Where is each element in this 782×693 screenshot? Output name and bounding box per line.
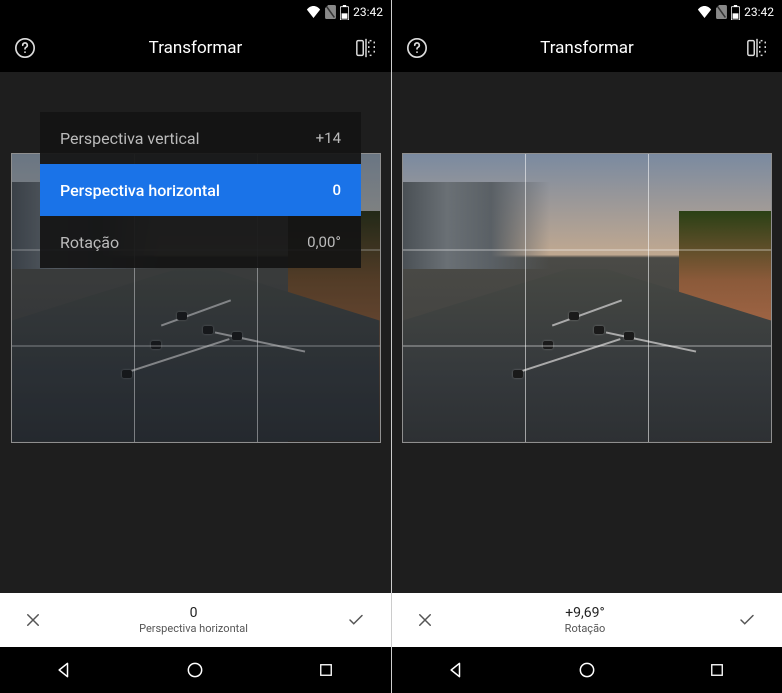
action-bar: +9,69° Rotação: [392, 593, 782, 647]
option-rotacao[interactable]: Rotação 0,00°: [40, 216, 361, 268]
clock-text: 23:42: [353, 5, 383, 19]
photo-preview: [402, 153, 772, 443]
app-toolbar: Transformar: [0, 24, 391, 72]
app-toolbar: Transformar: [392, 24, 782, 72]
nav-recent-button[interactable]: [687, 661, 747, 679]
action-center: +9,69° Rotação: [434, 605, 736, 635]
option-perspectiva-horizontal[interactable]: Perspectiva horizontal 0: [40, 164, 361, 216]
action-center: 0 Perspectiva horizontal: [42, 605, 345, 635]
flip-icon[interactable]: [746, 37, 768, 59]
android-nav-bar: [392, 647, 782, 693]
option-value: 0: [332, 181, 341, 199]
sim-off-icon: [325, 5, 336, 19]
phone-right: 23:42 Transformar: [391, 0, 782, 693]
wifi-icon: [306, 6, 321, 18]
option-value: 0,00°: [307, 233, 341, 251]
flip-icon[interactable]: [355, 37, 377, 59]
action-label: Rotação: [434, 622, 736, 635]
option-value: +14: [316, 129, 341, 147]
toolbar-title: Transformar: [149, 38, 243, 58]
nav-home-button[interactable]: [165, 660, 225, 680]
android-nav-bar: [0, 647, 391, 693]
canvas-area[interactable]: Perspectiva vertical +14 Perspectiva hor…: [0, 72, 391, 593]
cancel-button[interactable]: [24, 611, 42, 629]
battery-icon: [731, 5, 740, 20]
toolbar-title: Transformar: [540, 38, 634, 58]
status-bar: 23:42: [392, 0, 782, 24]
nav-back-button[interactable]: [35, 660, 95, 680]
help-icon[interactable]: [406, 37, 428, 59]
canvas-area[interactable]: [392, 72, 782, 593]
clock-text: 23:42: [744, 5, 774, 19]
status-bar: 23:42: [0, 0, 391, 24]
option-label: Perspectiva vertical: [60, 129, 199, 148]
nav-home-button[interactable]: [557, 660, 617, 680]
nav-back-button[interactable]: [427, 660, 487, 680]
help-icon[interactable]: [14, 37, 36, 59]
option-label: Rotação: [60, 233, 119, 252]
action-value: 0: [42, 605, 345, 622]
cancel-button[interactable]: [416, 611, 434, 629]
confirm-button[interactable]: [345, 611, 367, 629]
option-perspectiva-vertical[interactable]: Perspectiva vertical +14: [40, 112, 361, 164]
option-label: Perspectiva horizontal: [60, 181, 220, 200]
action-bar: 0 Perspectiva horizontal: [0, 593, 391, 647]
wifi-icon: [697, 6, 712, 18]
adjustment-options: Perspectiva vertical +14 Perspectiva hor…: [40, 112, 361, 268]
sim-off-icon: [716, 5, 727, 19]
nav-recent-button[interactable]: [296, 661, 356, 679]
phone-left: 23:42 Transformar: [0, 0, 391, 693]
action-label: Perspectiva horizontal: [42, 622, 345, 635]
confirm-button[interactable]: [736, 611, 758, 629]
battery-icon: [340, 5, 349, 20]
action-value: +9,69°: [434, 605, 736, 622]
